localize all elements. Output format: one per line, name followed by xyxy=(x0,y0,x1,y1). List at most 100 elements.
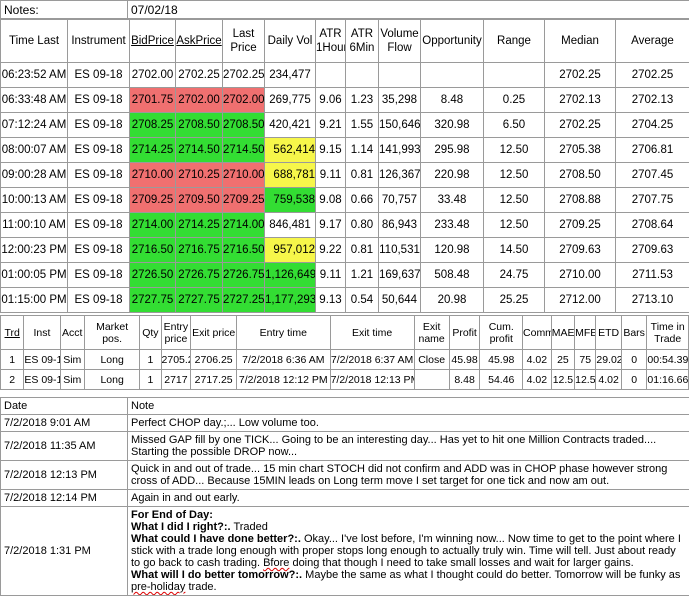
exit-time-cell: 7/2/2018 6:37 AM xyxy=(330,350,414,370)
ask-cell: 2708.50 xyxy=(176,113,223,138)
atr-6min-cell: 0.54 xyxy=(346,288,379,313)
eod-question: What I did I right?:. xyxy=(131,521,231,533)
time-cell: 01:15:00 PM xyxy=(1,288,68,313)
instrument-cell: ES 09-18 xyxy=(68,88,130,113)
instrument-column-header[interactable]: Instrument xyxy=(68,20,130,63)
median-cell: 2709.63 xyxy=(545,238,616,263)
volume-flow-cell: 70,757 xyxy=(379,188,421,213)
comm-column-header[interactable]: Comm xyxy=(523,316,552,350)
etd-column-header[interactable]: ETD xyxy=(596,316,622,350)
notes-date[interactable]: 07/02/18 xyxy=(128,1,689,19)
note-text[interactable]: Missed GAP fill by one TICK... Going to … xyxy=(128,432,689,461)
instrument-cell: ES 09-18 xyxy=(68,213,130,238)
profit-column-header[interactable]: Profit xyxy=(449,316,480,350)
average-cell: 2707.75 xyxy=(616,188,689,213)
range-cell: 0.25 xyxy=(484,88,545,113)
note-row[interactable]: 7/2/2018 1:31 PM For End of Day: What I … xyxy=(1,507,689,596)
median-cell: 2702.13 xyxy=(545,88,616,113)
daily-vol-cell: 562,414 xyxy=(265,138,316,163)
atr-6min-cell xyxy=(346,63,379,88)
exit-name-cell: Close xyxy=(414,350,449,370)
opportunity-column-header[interactable]: Opportunity xyxy=(421,20,484,63)
volume-flow-cell: 35,298 xyxy=(379,88,421,113)
market-row[interactable]: 01:15:00 PMES 09-182727.752727.752727.25… xyxy=(1,288,689,313)
market-row[interactable]: 11:00:10 AMES 09-182714.002714.252714.00… xyxy=(1,213,689,238)
atr-1hour-cell: 9.06 xyxy=(316,88,346,113)
market-pos-cell: Long xyxy=(84,370,139,390)
volume-flow-cell: 150,646 xyxy=(379,113,421,138)
market-row[interactable]: 10:00:13 AMES 09-182709.252709.502709.25… xyxy=(1,188,689,213)
market-row[interactable]: 12:00:23 PMES 09-182716.502716.752716.50… xyxy=(1,238,689,263)
atr-6min-column-header[interactable]: ATR 6Min xyxy=(346,20,379,63)
notes-header-row: Date Note xyxy=(1,398,689,415)
bid-column-header[interactable]: BidPrice xyxy=(130,20,176,63)
market-row[interactable]: 07:12:24 AMES 09-182708.252708.502708.50… xyxy=(1,113,689,138)
range-cell: 12.50 xyxy=(484,163,545,188)
trade-row[interactable]: 1ES 09-18SimLong12705.252706.257/2/2018 … xyxy=(1,350,689,370)
bars-column-header[interactable]: Bars xyxy=(621,316,647,350)
market-row[interactable]: 06:23:52 AMES 09-182702.002702.252702.25… xyxy=(1,63,689,88)
bid-cell: 2708.25 xyxy=(130,113,176,138)
last-cell: 2727.25 xyxy=(223,288,265,313)
time-column-header[interactable]: Time Last xyxy=(1,20,68,63)
qty-cell: 1 xyxy=(140,370,161,390)
time-cell: 12:00:23 PM xyxy=(1,238,68,263)
acct-column-header[interactable]: Acct xyxy=(60,316,84,350)
exit-price-column-header[interactable]: Exit price xyxy=(191,316,237,350)
note-row[interactable]: 7/2/2018 12:13 PM Quick in and out of tr… xyxy=(1,461,689,490)
note-row[interactable]: 7/2/2018 11:35 AM Missed GAP fill by one… xyxy=(1,432,689,461)
ask-cell: 2709.50 xyxy=(176,188,223,213)
note-text[interactable]: Quick in and out of trade... 15 min char… xyxy=(128,461,689,490)
market-row[interactable]: 06:33:48 AMES 09-182701.752702.002702.00… xyxy=(1,88,689,113)
cum-profit-column-header[interactable]: Cum. profit xyxy=(480,316,523,350)
range-column-header[interactable]: Range xyxy=(484,20,545,63)
trd-column-header[interactable]: Trd xyxy=(1,316,24,350)
volume-flow-column-header[interactable]: Volume Flow xyxy=(379,20,421,63)
qty-cell: 1 xyxy=(140,350,161,370)
inst-column-header[interactable]: Inst xyxy=(24,316,60,350)
mae-column-header[interactable]: MAE xyxy=(551,316,574,350)
note-text[interactable]: For End of Day: What I did I right?:. Tr… xyxy=(128,507,689,596)
atr-6min-cell: 0.80 xyxy=(346,213,379,238)
note-row[interactable]: 7/2/2018 12:14 PM Again in and out early… xyxy=(1,490,689,507)
daily-vol-column-header[interactable]: Daily Vol xyxy=(265,20,316,63)
eod-q3-line: What will I do better tomorrow?:. Maybe … xyxy=(131,569,685,593)
average-cell: 2713.10 xyxy=(616,288,689,313)
note-row[interactable]: 7/2/2018 9:01 AM Perfect CHOP day.;... L… xyxy=(1,415,689,432)
note-text[interactable]: Perfect CHOP day.;... Low volume too. xyxy=(128,415,689,432)
last-cell: 2726.75 xyxy=(223,263,265,288)
atr-1hour-cell: 9.17 xyxy=(316,213,346,238)
market-row[interactable]: 08:00:07 AMES 09-182714.252714.502714.50… xyxy=(1,138,689,163)
market-row[interactable]: 01:00:05 PMES 09-182726.502726.752726.75… xyxy=(1,263,689,288)
opportunity-cell: 233.48 xyxy=(421,213,484,238)
mfe-column-header[interactable]: MFE xyxy=(575,316,596,350)
ask-column-header[interactable]: AskPrice xyxy=(176,20,223,63)
entry-price-column-header[interactable]: Entry price xyxy=(161,316,191,350)
average-cell: 2706.81 xyxy=(616,138,689,163)
time-cell: 10:00:13 AM xyxy=(1,188,68,213)
note-text[interactable]: Again in and out early. xyxy=(128,490,689,507)
misspelled-word: Bfore xyxy=(263,557,289,569)
atr-1hour-column-header[interactable]: ATR 1Hour xyxy=(316,20,346,63)
exit-name-column-header[interactable]: Exit name xyxy=(414,316,449,350)
volume-flow-cell: 169,637 xyxy=(379,263,421,288)
eod-question: What will I do better tomorrow?:. xyxy=(131,569,302,581)
entry-time-column-header[interactable]: Entry time xyxy=(237,316,331,350)
median-cell: 2708.88 xyxy=(545,188,616,213)
last-column-header[interactable]: Last Price xyxy=(223,20,265,63)
qty-column-header[interactable]: Qty xyxy=(140,316,161,350)
ask-cell: 2710.25 xyxy=(176,163,223,188)
time-cell: 11:00:10 AM xyxy=(1,213,68,238)
atr-1hour-cell: 9.21 xyxy=(316,113,346,138)
trade-row[interactable]: 2ES 09-18SimLong127172717.257/2/2018 12:… xyxy=(1,370,689,390)
exit-time-column-header[interactable]: Exit time xyxy=(330,316,414,350)
average-column-header[interactable]: Average xyxy=(616,20,689,63)
time-in-trade-column-header[interactable]: Time in Trade xyxy=(647,316,689,350)
bid-cell: 2709.25 xyxy=(130,188,176,213)
range-cell xyxy=(484,63,545,88)
volume-flow-cell: 126,367 xyxy=(379,163,421,188)
market-row[interactable]: 09:00:28 AMES 09-182710.002710.252710.00… xyxy=(1,163,689,188)
daily-vol-cell: 420,421 xyxy=(265,113,316,138)
median-column-header[interactable]: Median xyxy=(545,20,616,63)
market-pos-column-header[interactable]: Market pos. xyxy=(84,316,139,350)
